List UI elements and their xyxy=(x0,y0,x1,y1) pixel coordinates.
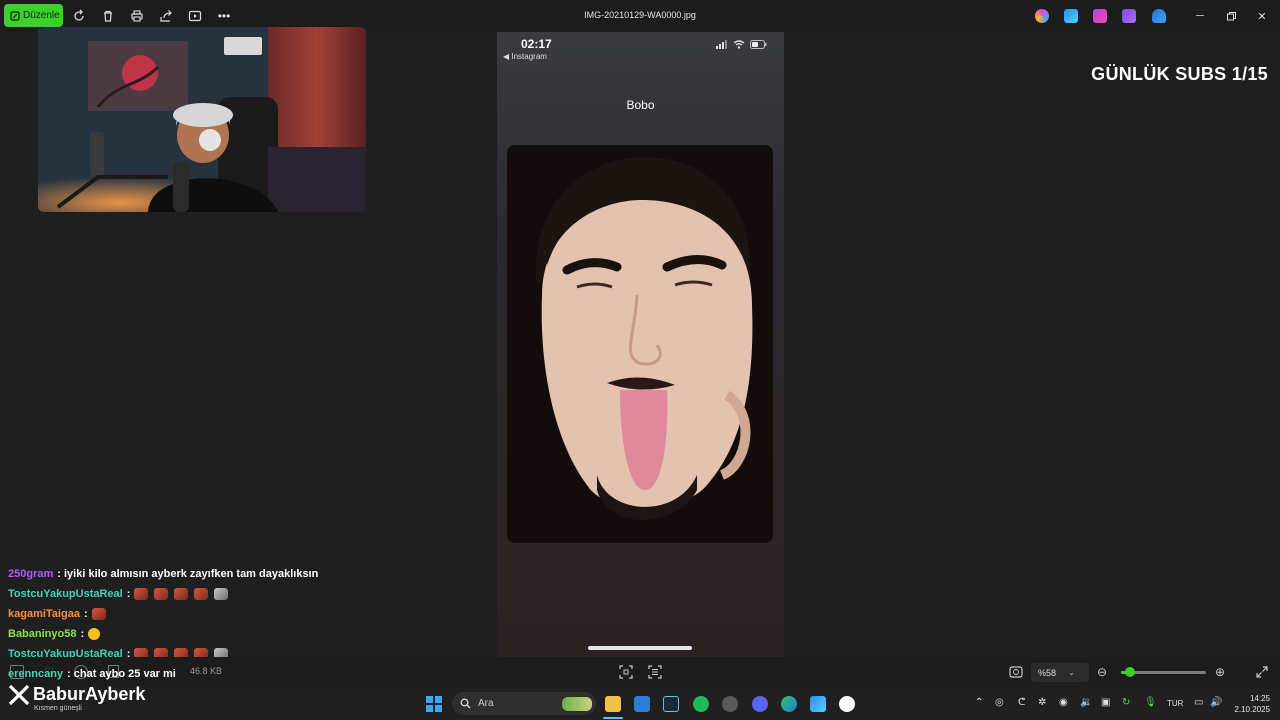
share-icon[interactable] xyxy=(158,8,174,24)
emote-icon xyxy=(214,588,229,600)
clipchamp-icon[interactable] xyxy=(1093,9,1107,23)
edit-button[interactable]: Düzenle xyxy=(4,4,63,27)
tray-app-icon[interactable]: ▣ xyxy=(1101,697,1110,708)
start-button-icon[interactable] xyxy=(426,696,442,712)
slideshow-icon[interactable] xyxy=(187,8,203,24)
zoom-in-icon[interactable]: ⊕ xyxy=(1215,665,1225,679)
streamer-name: BaburAyberk xyxy=(33,684,146,704)
fit-to-window-icon[interactable] xyxy=(619,665,633,679)
file-title: IMG-20210129-WA0000.jpg xyxy=(584,10,696,20)
taskbar-clock[interactable]: 14:25 2.10.2025 xyxy=(1228,693,1270,715)
emoji-face-icon xyxy=(88,628,101,640)
emote-icon xyxy=(91,608,106,620)
x-logo-icon xyxy=(8,684,30,705)
edit-button-label: Düzenle xyxy=(23,10,60,21)
chat-username: TostcuYakupUstaReal xyxy=(8,588,123,600)
chat-text: : xyxy=(83,608,88,620)
zoom-out-icon[interactable]: ⊖ xyxy=(1097,665,1107,679)
emote-icon xyxy=(174,588,189,600)
active-app-indicator xyxy=(603,717,623,719)
tray-app-icon[interactable]: ↻ xyxy=(1122,697,1130,708)
discord-icon[interactable] xyxy=(752,696,768,712)
search-highlight-icon xyxy=(562,696,592,711)
chat-message: TostcuYakupUstaReal : xyxy=(8,586,230,602)
home-indicator xyxy=(588,646,692,650)
delete-icon[interactable] xyxy=(100,8,116,24)
rotate-icon[interactable] xyxy=(71,8,87,24)
actual-size-icon[interactable] xyxy=(648,665,662,679)
onedrive-icon[interactable] xyxy=(1152,9,1166,23)
daily-subs-counter: GÜNLÜK SUBS 1/15 xyxy=(1091,64,1268,84)
taskbar-search-box[interactable]: Ara xyxy=(452,692,596,715)
show-hidden-icons-chevron-icon[interactable]: ⌃ xyxy=(975,697,983,708)
chat-message: erenncany : chat aybo 25 var mi xyxy=(8,666,176,682)
tray-app-icon[interactable]: ◎ xyxy=(995,697,1004,708)
obs-icon[interactable] xyxy=(722,696,738,712)
network-icon[interactable]: ▭ xyxy=(1194,697,1203,708)
input-language[interactable]: TUR xyxy=(1167,699,1183,708)
file-explorer-icon[interactable] xyxy=(605,696,621,712)
close-icon[interactable]: ✕ xyxy=(1254,8,1270,24)
spotify-icon[interactable] xyxy=(693,696,709,712)
fullscreen-icon[interactable] xyxy=(1256,665,1270,679)
volume-tray-icon[interactable]: 🔉 xyxy=(1080,697,1092,708)
chat-message: kagamiTaigaa : xyxy=(8,606,108,622)
microphone-icon[interactable]: 🎙 xyxy=(1144,697,1157,708)
steam-tray-icon[interactable]: ◉ xyxy=(1059,697,1068,708)
maximize-icon[interactable] xyxy=(1223,8,1239,24)
chat-message: Babaninyo58 : xyxy=(8,626,102,642)
paint-taskbar-icon[interactable] xyxy=(810,696,826,712)
chat-username: erenncany xyxy=(8,668,64,680)
steam-icon[interactable] xyxy=(663,696,679,712)
emote-icon xyxy=(134,588,149,600)
screenshot-icon[interactable] xyxy=(1009,665,1023,679)
tray-app-icon[interactable]: ᕦ xyxy=(1018,697,1025,708)
chat-contact-name: Bobo xyxy=(626,98,655,112)
cellular-signal-icon xyxy=(716,40,727,49)
search-placeholder: Ara xyxy=(478,698,494,709)
zoom-slider-thumb[interactable] xyxy=(1125,667,1136,677)
print-icon[interactable] xyxy=(129,8,145,24)
image-viewer-statusbar: ♡ 46.8 KB %58 ⌄ ⊖ ⊕ xyxy=(0,657,1280,687)
weather-text: Kısmen güneşli xyxy=(34,705,82,712)
webcam-feed xyxy=(38,27,366,212)
chat-text: : xyxy=(80,628,85,640)
designer-icon[interactable] xyxy=(1122,9,1136,23)
phone-clock: 02:17 xyxy=(521,37,552,51)
copilot-icon[interactable] xyxy=(1035,9,1049,23)
chat-username: kagamiTaigaa xyxy=(8,608,80,620)
emote-icon xyxy=(194,588,209,600)
chat-message: 250gram : iyiki kilo almısın ayberk zayı… xyxy=(8,566,318,582)
clock-date: 2.10.2025 xyxy=(1234,705,1270,714)
streamer-brand: BaburAyberk xyxy=(8,684,145,705)
edge-icon[interactable] xyxy=(781,696,797,712)
paint-icon[interactable] xyxy=(1064,9,1078,23)
chat-text: : xyxy=(126,588,131,600)
wifi-icon xyxy=(733,40,745,49)
chevron-down-icon: ⌄ xyxy=(1068,668,1075,677)
photos-icon[interactable] xyxy=(634,696,650,712)
battery-icon xyxy=(750,40,767,49)
chat-username: 250gram xyxy=(8,568,54,580)
clock-time: 14:25 xyxy=(1249,694,1270,703)
chat-photo xyxy=(507,145,773,543)
file-size: 46.8 KB xyxy=(190,666,223,676)
media-player-icon[interactable] xyxy=(839,696,855,712)
chat-username: Babaninyo58 xyxy=(8,628,77,640)
search-icon xyxy=(460,698,471,709)
edit-icon xyxy=(10,10,20,21)
zoom-level-dropdown[interactable]: %58 ⌄ xyxy=(1031,663,1089,682)
phone-screenshot: 02:17 ◀ Instagram Bobo xyxy=(497,32,784,657)
more-icon[interactable]: ••• xyxy=(216,8,232,24)
phone-status-icons xyxy=(716,40,767,49)
minimize-icon[interactable]: ─ xyxy=(1192,8,1208,24)
windows-taskbar: Ara ⌃ ◎ ᕦ ✲ ◉ 🔉 ▣ ↻ 🎙 TUR ▭ 🔊 14:25 2.10… xyxy=(0,688,1280,720)
chat-text: : iyiki kilo almısın ayberk zayıfken tam… xyxy=(57,568,319,580)
chat-text: : chat aybo 25 var mi xyxy=(67,668,176,680)
speaker-icon[interactable]: 🔊 xyxy=(1210,697,1222,708)
tray-app-icon[interactable]: ✲ xyxy=(1038,697,1046,708)
instagram-back-link: ◀ Instagram xyxy=(503,52,547,61)
zoom-level-label: %58 xyxy=(1038,667,1057,678)
emote-icon xyxy=(154,588,169,600)
